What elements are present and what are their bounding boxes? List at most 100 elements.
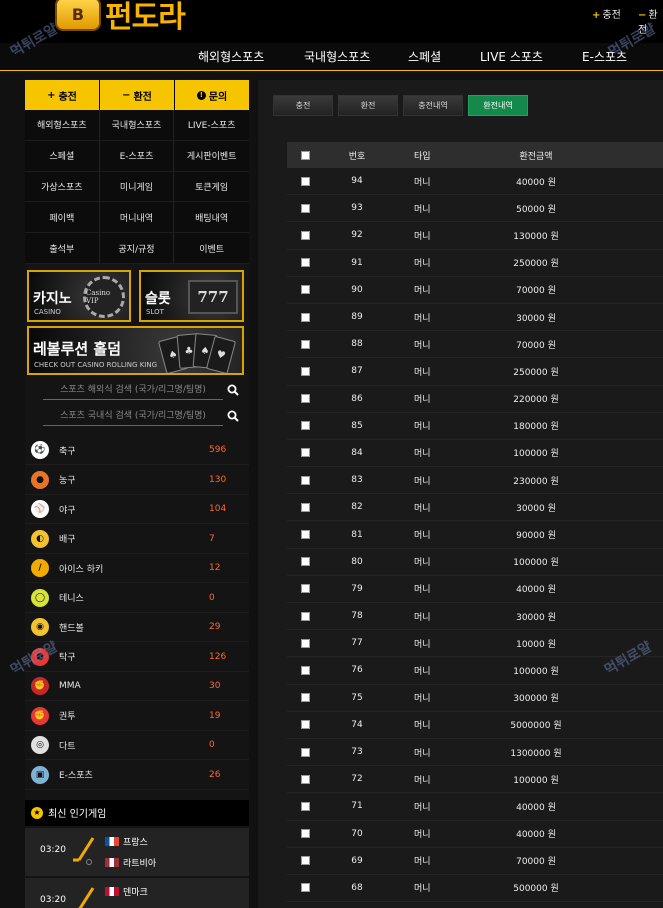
domestic-search-input[interactable] <box>43 407 223 426</box>
menu-item[interactable]: 머니내역 <box>99 202 175 234</box>
sport-item[interactable]: ◐ 배구 7 <box>25 524 249 554</box>
overseas-search-input[interactable] <box>43 381 223 400</box>
menu-item[interactable]: 토큰게임 <box>174 172 249 203</box>
sport-item[interactable]: ◯ 테니스 0 <box>25 583 249 613</box>
overseas-search <box>33 376 241 402</box>
slot-banner[interactable]: 슬롯 SLOT 777 <box>139 269 244 322</box>
row-checkbox[interactable] <box>301 774 310 784</box>
menu-item[interactable]: 게시판이벤트 <box>174 141 249 172</box>
row-checkbox[interactable] <box>301 203 310 213</box>
sport-count: 130 <box>209 474 227 485</box>
row-amount: 50000 원 <box>516 204 556 215</box>
menu-item[interactable]: E-스포츠 <box>99 140 175 172</box>
sport-item[interactable]: / 아이스 하키 12 <box>25 554 249 584</box>
sport-count: 26 <box>209 769 221 780</box>
menu-item[interactable]: 미니게임 <box>99 171 175 203</box>
row-checkbox[interactable] <box>301 285 310 295</box>
row-checkbox[interactable] <box>301 339 310 349</box>
rolling-holdem-banner[interactable]: 레볼루션 홀덤 CHECK OUT CASINO ROLLING KING ♠ … <box>27 325 244 375</box>
row-checkbox[interactable] <box>301 176 310 186</box>
tab-1[interactable]: 충전 <box>273 95 333 116</box>
exchange-button[interactable]: − 환전 <box>100 80 175 110</box>
menu-item[interactable]: 해외형스포츠 <box>25 110 100 141</box>
row-checkbox[interactable] <box>301 502 310 512</box>
menu-item[interactable]: 국내형스포츠 <box>99 110 175 141</box>
nav-special[interactable]: 스페셜 <box>408 48 441 65</box>
sport-count: 30 <box>209 681 221 692</box>
row-checkbox[interactable] <box>301 394 310 404</box>
row-checkbox[interactable] <box>301 747 310 757</box>
menu-item[interactable]: 이벤트 <box>174 233 249 264</box>
row-amount: 180000 원 <box>513 422 559 433</box>
tab-2[interactable]: 환전 <box>338 95 398 116</box>
row-checkbox[interactable] <box>301 530 310 540</box>
select-all-checkbox[interactable] <box>301 150 310 160</box>
row-type: 머니 <box>414 422 431 433</box>
tab-3[interactable]: 충전내역 <box>403 95 463 116</box>
inquiry-button[interactable]: ! 문의 <box>175 80 249 110</box>
row-checkbox[interactable] <box>301 883 310 893</box>
rolling-banner-title: 레볼루션 홀덤 <box>33 339 122 358</box>
menu-item[interactable]: 배팅내역 <box>174 202 249 234</box>
nav-overseas-sports[interactable]: 해외형스포츠 <box>198 48 264 65</box>
row-checkbox[interactable] <box>301 693 310 703</box>
sport-item[interactable]: ● 농구 130 <box>25 465 249 495</box>
menu-item[interactable]: LIVE-스포츠 <box>174 110 249 141</box>
tab-4[interactable]: 환전내역 <box>468 95 528 116</box>
row-checkbox[interactable] <box>301 856 310 866</box>
sport-item[interactable]: ● 탁구 126 <box>25 642 249 672</box>
hockey-stick-icon <box>78 887 95 908</box>
sport-item[interactable]: ⚾ 야구 104 <box>25 495 249 525</box>
sport-item[interactable]: ▣ E-스포츠 26 <box>25 760 249 790</box>
row-checkbox[interactable] <box>301 312 310 322</box>
sport-item[interactable]: ✊ 권투 19 <box>25 701 249 731</box>
slot-banner-title: 슬롯 <box>145 290 171 307</box>
row-checkbox[interactable] <box>301 584 310 594</box>
nav-domestic-sports[interactable]: 국내형스포츠 <box>304 48 370 65</box>
sport-item[interactable]: ⚽ 축구 596 <box>25 436 249 466</box>
row-amount: 30000 원 <box>516 612 556 623</box>
row-type: 머니 <box>414 748 431 759</box>
menu-item[interactable]: 출석부 <box>25 233 100 264</box>
row-checkbox[interactable] <box>301 366 310 376</box>
sport-item[interactable]: ◎ 다트 0 <box>25 731 249 761</box>
menu-item[interactable]: 가상스포츠 <box>25 171 100 203</box>
darts-icon: ◎ <box>31 736 49 755</box>
row-checkbox[interactable] <box>301 665 310 675</box>
charge-button[interactable]: + 충전 <box>25 80 100 110</box>
row-checkbox[interactable] <box>301 720 310 730</box>
popular-game-card[interactable]: 03:20 프랑스 라트비아 <box>25 827 249 876</box>
menu-item[interactable]: 공지/규정 <box>99 233 175 264</box>
casino-banner[interactable]: 카지노 CASINO Casino VIP <box>27 269 131 322</box>
row-checkbox[interactable] <box>301 258 310 268</box>
menu-item[interactable]: 스페셜 <box>25 140 100 172</box>
row-checkbox[interactable] <box>301 557 310 567</box>
row-checkbox[interactable] <box>301 829 310 839</box>
top-charge-link[interactable]: + 충전 <box>592 6 621 21</box>
sport-item[interactable]: ◉ 핸드볼 29 <box>25 613 249 643</box>
header-type: 타입 <box>414 151 431 162</box>
search-icon[interactable] <box>227 410 239 422</box>
nav-live-sports[interactable]: LIVE 스포츠 <box>480 48 543 65</box>
row-amount: 100000 원 <box>513 558 559 569</box>
row-checkbox[interactable] <box>301 230 310 240</box>
row-checkbox[interactable] <box>301 421 310 431</box>
header-amount: 환전금액 <box>519 151 553 162</box>
sport-name: 탁구 <box>59 653 76 664</box>
info-icon: ! <box>196 90 206 100</box>
menu-item[interactable]: 페이백 <box>25 202 100 234</box>
row-checkbox[interactable] <box>301 448 310 458</box>
sport-count: 29 <box>209 622 221 633</box>
row-checkbox[interactable] <box>301 475 310 485</box>
search-icon[interactable] <box>227 384 239 396</box>
sport-count: 7 <box>209 533 215 544</box>
row-checkbox[interactable] <box>301 638 310 648</box>
row-checkbox[interactable] <box>301 611 310 621</box>
site-logo[interactable]: B 펀도라 <box>55 0 186 35</box>
row-amount: 230000 원 <box>513 476 559 487</box>
sport-count: 0 <box>209 592 215 603</box>
row-number: 75 <box>351 692 363 703</box>
popular-game-card[interactable]: 03:20덴마크스위스 <box>25 877 249 908</box>
sport-item[interactable]: ✊ MMA 30 <box>25 672 249 702</box>
row-checkbox[interactable] <box>301 801 310 811</box>
